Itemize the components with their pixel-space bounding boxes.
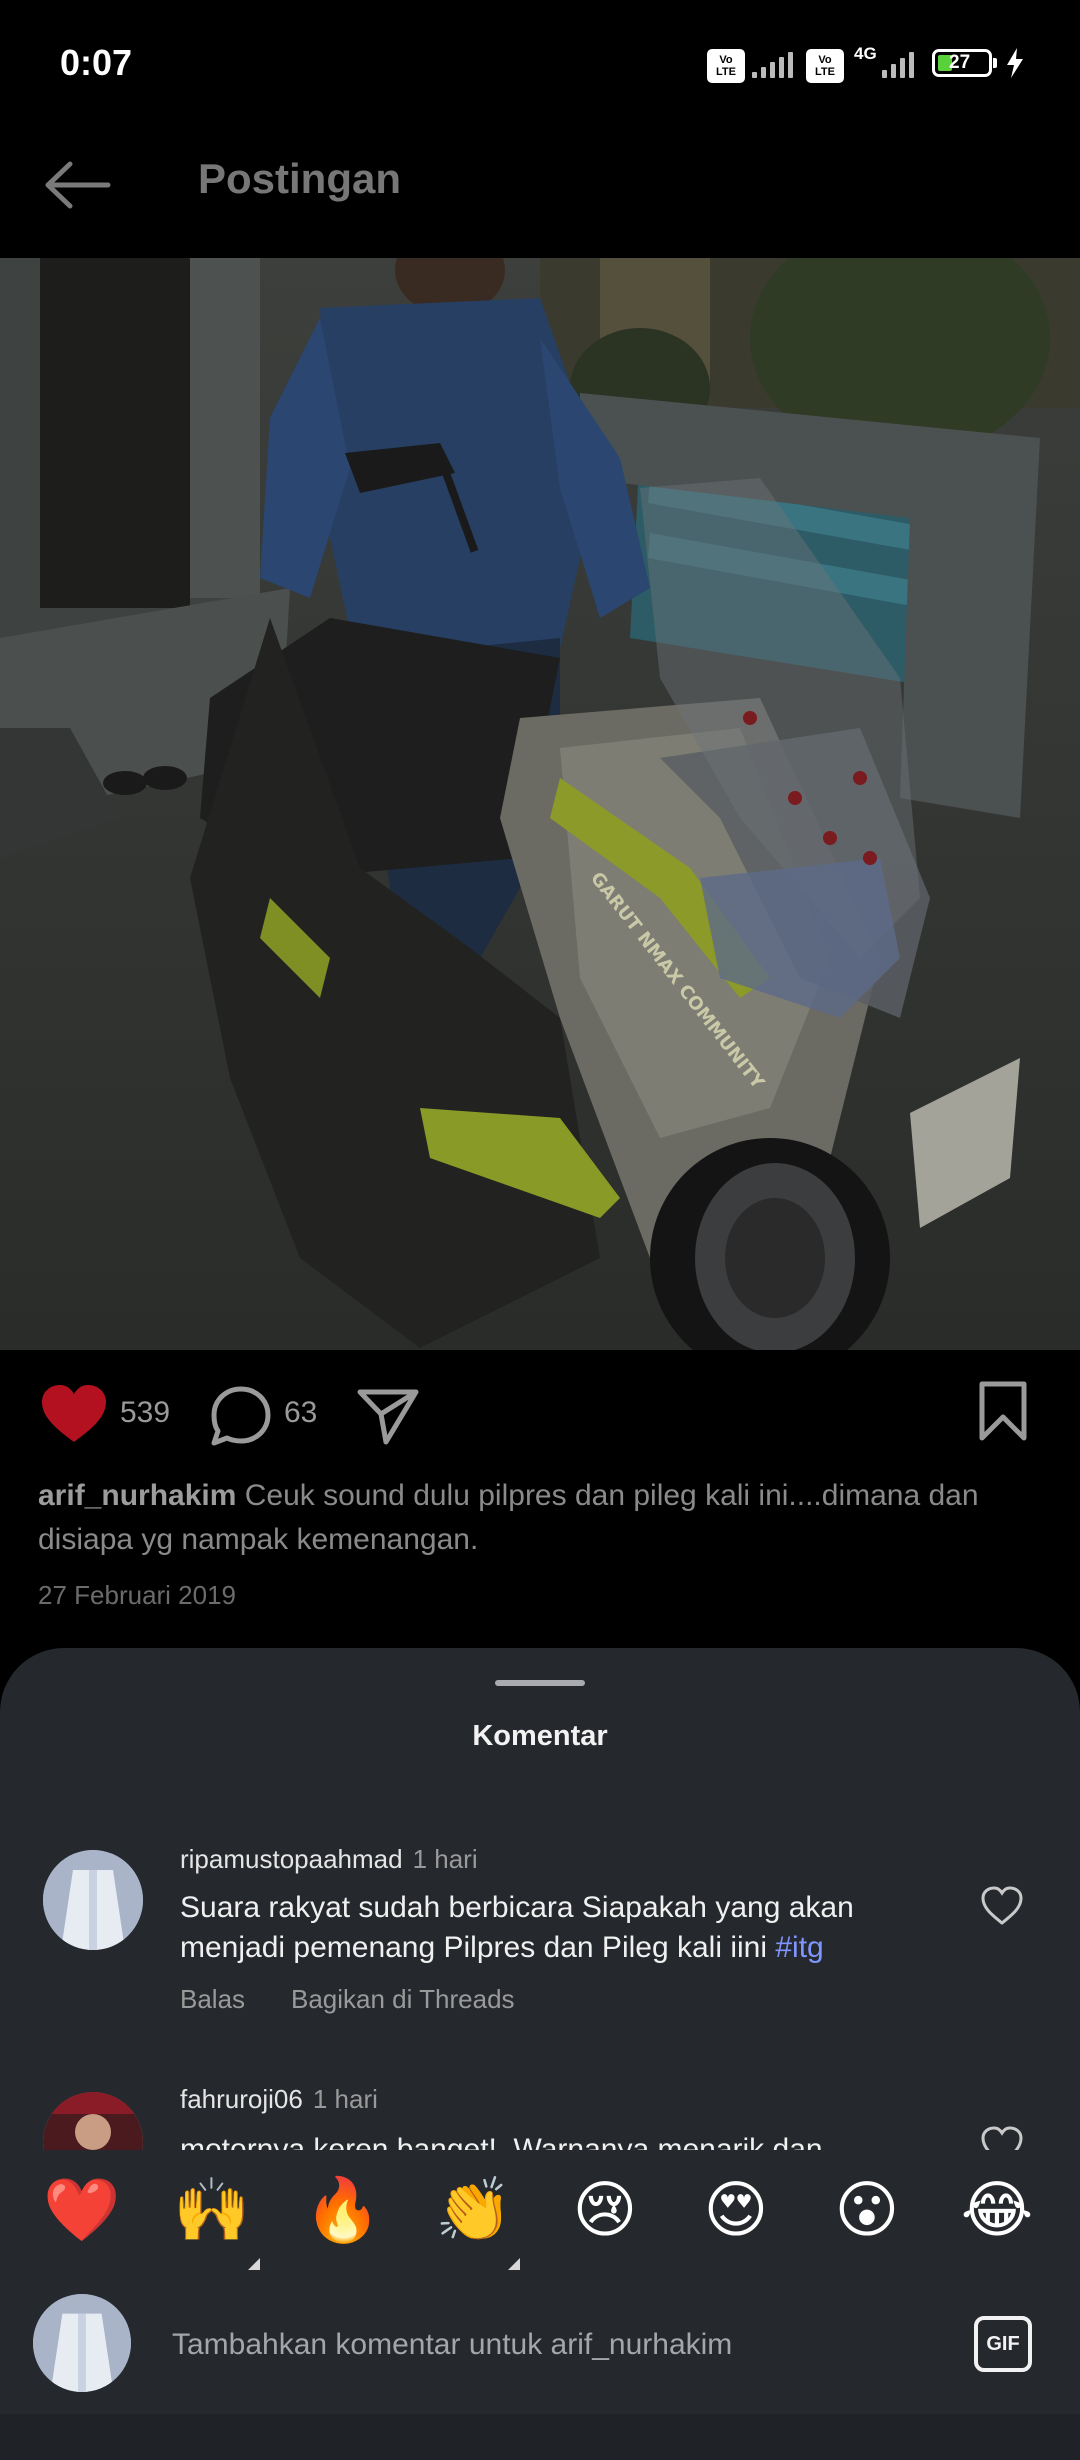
charging-bolt-icon: [1007, 48, 1023, 78]
comment-input[interactable]: [170, 2316, 934, 2374]
system-nav-area: [0, 2414, 1080, 2460]
comment-time: 1 hari: [412, 1844, 478, 1874]
comment-item: ripamustopaahmad 1 hari Suara rakyat suda…: [0, 1844, 1080, 2014]
emoji-heart-eyes[interactable]: 😍: [696, 2170, 776, 2250]
arrow-left-icon: [45, 161, 111, 209]
post-photo[interactable]: GARUT NMAX COMMUNITY: [0, 258, 1080, 1350]
avatar[interactable]: [43, 2092, 143, 2150]
emoji-quick-bar: ❤️ 🙌 🔥 👏 😢 😍 😮 😂: [0, 2150, 1080, 2274]
current-user-avatar: [33, 2294, 131, 2392]
comment-time: 1 hari: [312, 2084, 378, 2114]
emoji-surprised[interactable]: 😮: [827, 2170, 907, 2250]
comment-like-button[interactable]: [980, 2126, 1024, 2150]
emoji-crying[interactable]: 😢: [565, 2170, 645, 2250]
emoji-raising-hands[interactable]: 🙌: [172, 2170, 252, 2250]
heart-filled-icon: [42, 1385, 106, 1442]
post-date: 27 Februari 2019: [38, 1580, 237, 1610]
comment-bubble-icon: [211, 1386, 271, 1446]
comment-like-button[interactable]: [980, 1886, 1024, 1926]
emoji-clapping[interactable]: 👏: [434, 2170, 514, 2250]
signal-icon-sim2: [882, 48, 922, 78]
heart-outline-icon: [981, 2126, 1023, 2150]
heart-outline-icon: [981, 1886, 1023, 1925]
status-bar: 0:07 Vo LTE Vo LTE 4G 27: [0, 0, 1080, 110]
post-caption: arif_nurhakim Ceuk sound dulu pilpres da…: [38, 1474, 1038, 1562]
comment-text-line-2: menjadi pemenang Pilpres dan Pileg kali …: [180, 1928, 920, 1968]
network-type-label: 4G: [854, 44, 877, 63]
comment-text-line: Suara rakyat sudah berbicara Siapakah ya…: [180, 1891, 854, 1924]
header: Postingan: [0, 110, 1080, 258]
back-button[interactable]: [36, 152, 116, 218]
comment-username[interactable]: fahruroji06: [180, 2084, 303, 2114]
comment-hashtag[interactable]: #itg: [775, 1931, 823, 1964]
share-to-threads-button[interactable]: Bagikan di Threads: [291, 1984, 515, 2015]
comment-text: motornya keren banget!. Warnanya menarik…: [180, 2133, 823, 2150]
status-time: 0:07: [60, 42, 133, 83]
reply-button[interactable]: Balas: [180, 1984, 245, 2015]
like-count[interactable]: 539: [120, 1396, 170, 1430]
comment-item: fahruroji06 1 hari motornya keren banget!…: [0, 2084, 1080, 2150]
caption-username[interactable]: arif_nurhakim: [38, 1479, 236, 1512]
emoji-variants-indicator: [248, 2258, 260, 2270]
share-button[interactable]: [356, 1386, 420, 1446]
post-image: GARUT NMAX COMMUNITY: [0, 258, 1080, 1350]
gif-label: GIF: [986, 2333, 1020, 2355]
comment-text-line: menjadi pemenang Pilpres dan Pileg kali …: [180, 1931, 768, 1964]
sheet-drag-handle[interactable]: [495, 1680, 585, 1686]
bookmark-icon: [979, 1381, 1027, 1441]
comment-count[interactable]: 63: [284, 1396, 317, 1430]
page-title: Postingan: [198, 155, 402, 202]
battery-icon: 27: [932, 49, 997, 77]
emoji-laughing[interactable]: 😂: [957, 2170, 1037, 2250]
emoji-fire[interactable]: 🔥: [303, 2170, 383, 2250]
comment-username[interactable]: ripamustopaahmad: [180, 1844, 403, 1874]
sheet-title: Komentar: [472, 1720, 608, 1752]
volte-badge-sim2: Vo LTE: [806, 49, 844, 83]
comment-button[interactable]: [208, 1384, 274, 1448]
post-actions: 539 63: [0, 1350, 1080, 1460]
emoji-heart[interactable]: ❤️: [42, 2170, 122, 2250]
avatar[interactable]: [43, 1850, 143, 1950]
comment-text: Suara rakyat sudah berbicara Siapakah ya…: [180, 1888, 920, 1968]
emoji-variants-indicator: [508, 2258, 520, 2270]
gif-button[interactable]: GIF: [974, 2316, 1032, 2372]
like-button[interactable]: [40, 1384, 110, 1446]
battery-level: 27: [949, 52, 971, 73]
signal-icon-sim1: [752, 48, 798, 78]
volte-badge-sim1: Vo LTE: [707, 49, 745, 83]
comment-composer: GIF: [0, 2274, 1080, 2414]
save-button[interactable]: [978, 1380, 1028, 1442]
paper-plane-icon: [357, 1389, 419, 1445]
